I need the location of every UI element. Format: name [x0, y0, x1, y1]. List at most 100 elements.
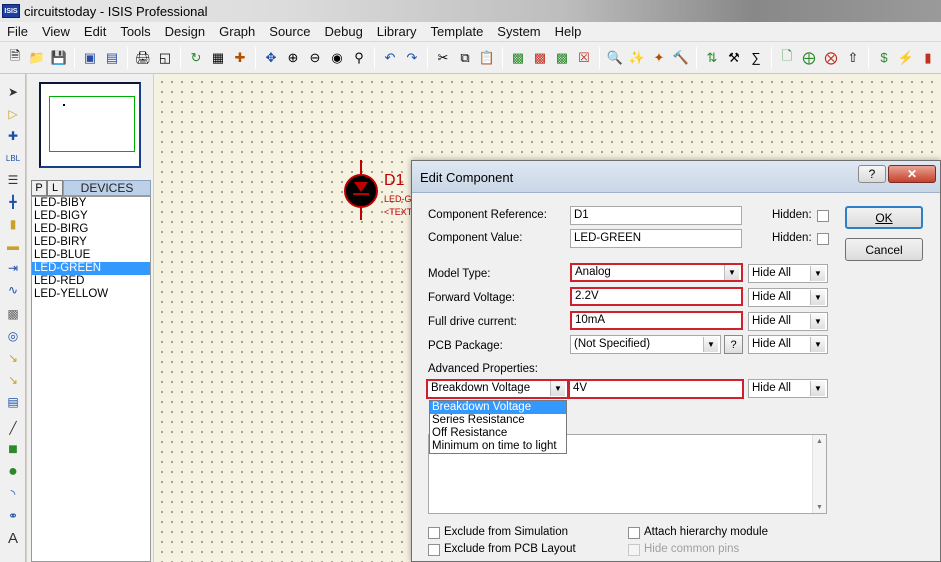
remove-sheet-icon[interactable]: ⨂	[821, 48, 841, 68]
device-list-item[interactable]: LED-BIGY	[32, 210, 150, 223]
new-file-icon[interactable]: 🗎	[5, 48, 25, 68]
voltage-probe-icon[interactable]: ↘	[3, 348, 23, 368]
block-delete-icon[interactable]: ☒	[574, 48, 594, 68]
add-sheet-icon[interactable]: ⨁	[799, 48, 819, 68]
undo-icon[interactable]: ↶	[380, 48, 400, 68]
value-hidden-checkbox[interactable]	[817, 233, 829, 245]
component-text-label[interactable]: <TEXT	[384, 207, 412, 217]
block-rotate-icon[interactable]: ▩	[552, 48, 572, 68]
menu-graph[interactable]: Graph	[212, 24, 262, 39]
grid-icon[interactable]: ▦	[208, 48, 228, 68]
menu-source[interactable]: Source	[262, 24, 317, 39]
ok-button[interactable]: OK	[845, 206, 923, 229]
menu-template[interactable]: Template	[424, 24, 491, 39]
menu-system[interactable]: System	[490, 24, 547, 39]
text-script-icon[interactable]: ☰	[3, 170, 23, 190]
dialog-help-button[interactable]: ?	[858, 165, 886, 183]
pcb-package-visibility-select[interactable]: Hide All ▼	[748, 335, 828, 354]
menu-library[interactable]: Library	[370, 24, 424, 39]
dropdown-option[interactable]: Series Resistance	[430, 414, 566, 427]
import-icon[interactable]: ▣	[80, 48, 100, 68]
pick-device-icon[interactable]: 🔍	[605, 48, 625, 68]
zoom-area-icon[interactable]: ⚲	[349, 48, 369, 68]
paste-icon[interactable]: 📋	[477, 48, 497, 68]
copy-icon[interactable]: ⧉	[455, 48, 475, 68]
device-list-item[interactable]: LED-YELLOW	[32, 288, 150, 301]
arc-tool-icon[interactable]: ◝	[3, 484, 23, 504]
tape-recorder-icon[interactable]: ▩	[3, 304, 23, 324]
device-list-item[interactable]: LED-BIRG	[32, 223, 150, 236]
full-drive-visibility-select[interactable]: Hide All ▼	[748, 312, 828, 331]
attach-hierarchy-checkbox[interactable]	[628, 527, 640, 539]
graph-icon[interactable]: ∿	[3, 280, 23, 300]
pcb-package-select[interactable]: (Not Specified) ▼	[570, 335, 721, 354]
property-assignment-icon[interactable]: ∑	[746, 48, 766, 68]
textarea-scrollbar[interactable]: ▲ ▼	[812, 435, 826, 513]
device-list-item[interactable]: LED-BIRY	[32, 236, 150, 249]
pcb-package-help-button[interactable]: ?	[724, 335, 743, 354]
decompose-icon[interactable]: 🔨	[671, 48, 691, 68]
path-tool-icon[interactable]: ⚭	[3, 506, 23, 526]
packaging-tool-icon[interactable]: ✦	[649, 48, 669, 68]
redraw-icon[interactable]: ↻	[186, 48, 206, 68]
pan-icon[interactable]: ✥	[261, 48, 281, 68]
print-icon[interactable]: 🖨	[133, 48, 153, 68]
forward-voltage-input[interactable]: 2.2V	[570, 287, 743, 306]
block-move-icon[interactable]: ▩	[530, 48, 550, 68]
zoom-out-icon[interactable]: ⊖	[305, 48, 325, 68]
print-area-icon[interactable]: ◱	[155, 48, 175, 68]
overview-window[interactable]	[39, 82, 141, 168]
cancel-button[interactable]: Cancel	[845, 238, 923, 261]
device-list-item[interactable]: LED-RED	[32, 275, 150, 288]
model-type-select[interactable]: Analog ▼	[570, 263, 743, 282]
library-manager-button[interactable]: L	[47, 180, 63, 196]
component-value-label[interactable]: LED-G	[384, 194, 412, 204]
menu-design[interactable]: Design	[158, 24, 212, 39]
junction-dot-icon[interactable]: ✚	[3, 126, 23, 146]
open-folder-icon[interactable]: 📁	[27, 48, 47, 68]
origin-icon[interactable]: ✚	[230, 48, 250, 68]
advanced-visibility-select[interactable]: Hide All ▼	[748, 379, 828, 398]
scroll-down-icon[interactable]: ▼	[813, 501, 826, 513]
dropdown-option[interactable]: Minimum on time to light	[430, 440, 566, 453]
scroll-up-icon[interactable]: ▲	[813, 435, 826, 447]
zoom-in-icon[interactable]: ⊕	[283, 48, 303, 68]
cut-icon[interactable]: ✂	[433, 48, 453, 68]
menu-edit[interactable]: Edit	[77, 24, 113, 39]
electrical-check-icon[interactable]: ⚡	[896, 48, 916, 68]
dialog-close-button[interactable]: ✕	[888, 165, 936, 183]
component-value-input[interactable]: LED-GREEN	[570, 229, 742, 248]
reference-hidden-checkbox[interactable]	[817, 210, 829, 222]
forward-voltage-visibility-select[interactable]: Hide All ▼	[748, 288, 828, 307]
bus-icon[interactable]: ╋	[3, 192, 23, 212]
component-ref-label[interactable]: D1	[384, 172, 404, 190]
box-tool-icon[interactable]: ■	[3, 440, 23, 460]
chevron-down-icon[interactable]: ▼	[810, 314, 825, 329]
chevron-down-icon[interactable]: ▼	[703, 337, 718, 352]
search-tag-icon[interactable]: ⚒	[724, 48, 744, 68]
chevron-down-icon[interactable]: ▼	[810, 337, 825, 352]
advanced-property-select[interactable]: Breakdown Voltage ▼	[426, 379, 569, 399]
export-icon[interactable]: ▤	[102, 48, 122, 68]
zoom-all-icon[interactable]: ◉	[327, 48, 347, 68]
menu-file[interactable]: File	[0, 24, 35, 39]
netlist-to-ares-icon[interactable]: ▮	[918, 48, 938, 68]
menu-help[interactable]: Help	[548, 24, 589, 39]
circle-tool-icon[interactable]: ●	[3, 462, 23, 482]
exclude-simulation-checkbox[interactable]	[428, 527, 440, 539]
dropdown-option-selected[interactable]: Breakdown Voltage	[430, 401, 566, 414]
device-list-item[interactable]: LED-BLUE	[32, 249, 150, 262]
full-drive-current-input[interactable]: 10mA	[570, 311, 743, 330]
component-reference-input[interactable]: D1	[570, 206, 742, 225]
block-copy-icon[interactable]: ▩	[508, 48, 528, 68]
device-pin-icon[interactable]: ⇥	[3, 258, 23, 278]
advanced-property-dropdown-list[interactable]: Breakdown Voltage Series Resistance Off …	[429, 400, 567, 454]
menu-tools[interactable]: Tools	[113, 24, 157, 39]
device-list[interactable]: LED-BIBY LED-BIGY LED-BIRG LED-BIRY LED-…	[31, 196, 151, 562]
make-device-icon[interactable]: ✨	[627, 48, 647, 68]
selection-mode-icon[interactable]: ➤	[3, 82, 23, 102]
component-mode-icon[interactable]: ▷	[3, 104, 23, 124]
wire-label-icon[interactable]: LBL	[3, 148, 23, 168]
model-type-visibility-select[interactable]: Hide All ▼	[748, 264, 828, 283]
advanced-property-input[interactable]: 4V	[568, 379, 744, 399]
